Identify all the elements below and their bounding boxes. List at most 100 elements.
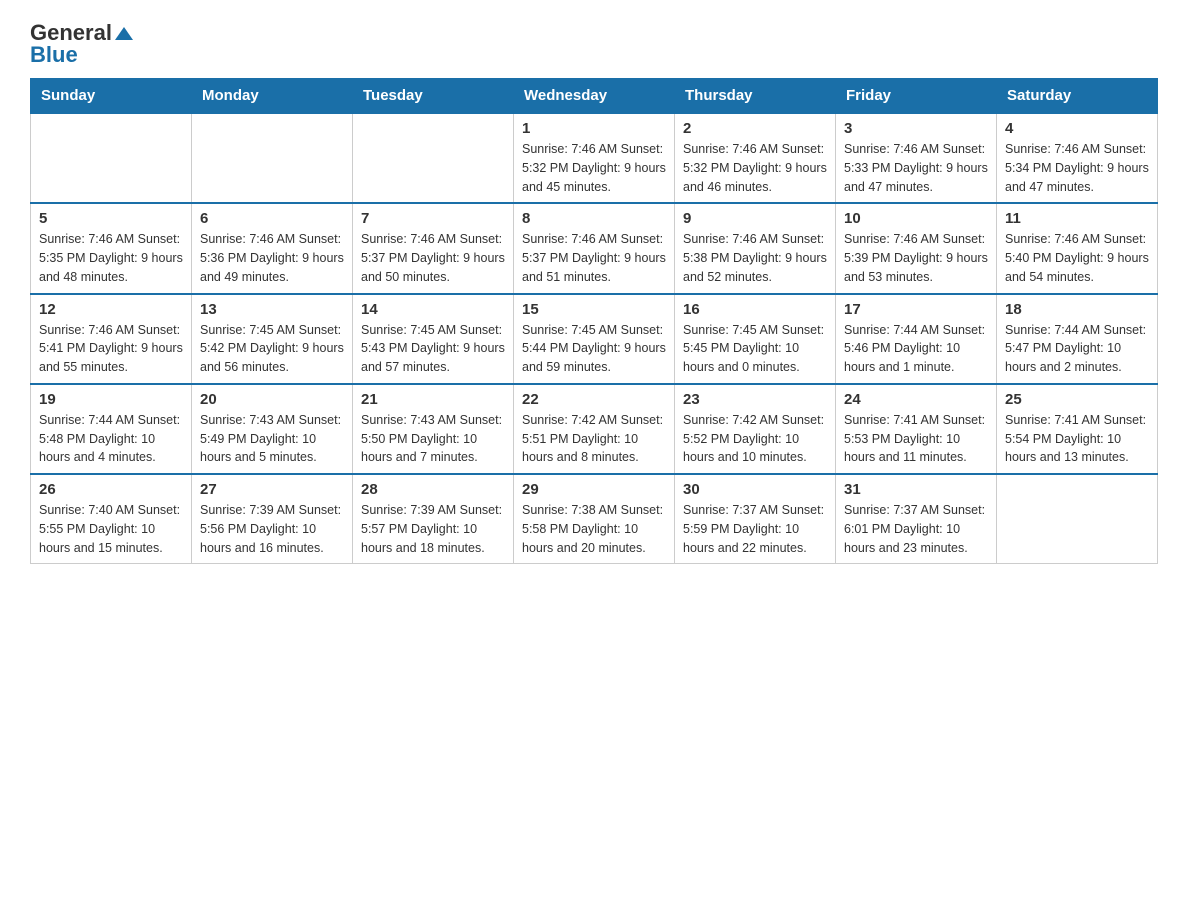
calendar-cell xyxy=(997,474,1158,564)
calendar-cell: 22Sunrise: 7:42 AM Sunset: 5:51 PM Dayli… xyxy=(514,384,675,474)
day-info: Sunrise: 7:46 AM Sunset: 5:41 PM Dayligh… xyxy=(39,321,183,377)
day-number: 7 xyxy=(361,210,505,227)
calendar-cell: 13 Sunrise: 7:45 AM Sunset: 5:42 PM Dayli… xyxy=(192,294,353,384)
calendar-cell: 1 Sunrise: 7:46 AM Sunset: 5:32 PM Daylig… xyxy=(514,113,675,203)
day-number: 3 xyxy=(844,120,988,137)
day-number: 22 xyxy=(522,391,666,408)
weekday-header-thursday: Thursday xyxy=(675,79,836,114)
day-info: Sunrise: 7:46 AM Sunset: 5:38 PM Dayligh… xyxy=(683,230,827,286)
calendar-cell: 19 Sunrise: 7:44 AM Sunset: 5:48 PM Dayli… xyxy=(31,384,192,474)
calendar-cell xyxy=(353,113,514,203)
calendar-cell xyxy=(31,113,192,203)
calendar-cell: 25 Sunrise: 7:41 AM Sunset: 5:54 PM Dayli… xyxy=(997,384,1158,474)
day-info: Sunrise: 7:41 AM Sunset: 5:54 PM Dayligh… xyxy=(1005,411,1149,467)
day-number: 28 xyxy=(361,481,505,498)
day-number: 8 xyxy=(522,210,666,227)
day-info: Sunrise: 7:41 AM Sunset: 5:53 PM Dayligh… xyxy=(844,411,988,467)
day-number: 29 xyxy=(522,481,666,498)
day-info: Sunrise: 7:46 AM Sunset: 5:34 PM Dayligh… xyxy=(1005,140,1149,196)
calendar-table: SundayMondayTuesdayWednesdayThursdayFrid… xyxy=(30,78,1158,564)
calendar-cell: 11 Sunrise: 7:46 AM Sunset: 5:40 PM Dayli… xyxy=(997,203,1158,293)
day-number: 1 xyxy=(522,120,666,137)
page-header: General Blue xyxy=(30,20,1158,68)
weekday-header-monday: Monday xyxy=(192,79,353,114)
day-info: Sunrise: 7:46 AM Sunset: 5:32 PM Dayligh… xyxy=(683,140,827,196)
calendar-cell: 15Sunrise: 7:45 AM Sunset: 5:44 PM Dayli… xyxy=(514,294,675,384)
day-number: 24 xyxy=(844,391,988,408)
calendar-cell: 30 Sunrise: 7:37 AM Sunset: 5:59 PM Dayli… xyxy=(675,474,836,564)
day-number: 5 xyxy=(39,210,183,227)
day-info: Sunrise: 7:43 AM Sunset: 5:50 PM Dayligh… xyxy=(361,411,505,467)
logo: General Blue xyxy=(30,20,133,68)
calendar-cell: 28Sunrise: 7:39 AM Sunset: 5:57 PM Dayli… xyxy=(353,474,514,564)
day-info: Sunrise: 7:38 AM Sunset: 5:58 PM Dayligh… xyxy=(522,501,666,557)
day-number: 9 xyxy=(683,210,827,227)
day-number: 11 xyxy=(1005,210,1149,227)
calendar-header: SundayMondayTuesdayWednesdayThursdayFrid… xyxy=(31,79,1158,114)
day-info: Sunrise: 7:44 AM Sunset: 5:46 PM Dayligh… xyxy=(844,321,988,377)
calendar-cell: 3 Sunrise: 7:46 AM Sunset: 5:33 PM Daylig… xyxy=(836,113,997,203)
day-number: 17 xyxy=(844,301,988,318)
day-info: Sunrise: 7:45 AM Sunset: 5:45 PM Dayligh… xyxy=(683,321,827,377)
day-info: Sunrise: 7:42 AM Sunset: 5:52 PM Dayligh… xyxy=(683,411,827,467)
day-number: 14 xyxy=(361,301,505,318)
calendar-cell: 31 Sunrise: 7:37 AM Sunset: 6:01 PM Dayli… xyxy=(836,474,997,564)
day-number: 4 xyxy=(1005,120,1149,137)
calendar-cell: 8 Sunrise: 7:46 AM Sunset: 5:37 PM Daylig… xyxy=(514,203,675,293)
weekday-header-sunday: Sunday xyxy=(31,79,192,114)
calendar-cell: 2 Sunrise: 7:46 AM Sunset: 5:32 PM Daylig… xyxy=(675,113,836,203)
day-number: 12 xyxy=(39,301,183,318)
weekday-header-tuesday: Tuesday xyxy=(353,79,514,114)
day-info: Sunrise: 7:45 AM Sunset: 5:42 PM Dayligh… xyxy=(200,321,344,377)
day-info: Sunrise: 7:45 AM Sunset: 5:44 PM Dayligh… xyxy=(522,321,666,377)
calendar-cell: 20Sunrise: 7:43 AM Sunset: 5:49 PM Dayli… xyxy=(192,384,353,474)
calendar-cell: 12 Sunrise: 7:46 AM Sunset: 5:41 PM Dayli… xyxy=(31,294,192,384)
day-number: 2 xyxy=(683,120,827,137)
day-number: 19 xyxy=(39,391,183,408)
day-number: 6 xyxy=(200,210,344,227)
day-number: 10 xyxy=(844,210,988,227)
calendar-week-5: 26Sunrise: 7:40 AM Sunset: 5:55 PM Dayli… xyxy=(31,474,1158,564)
day-number: 31 xyxy=(844,481,988,498)
calendar-week-2: 5 Sunrise: 7:46 AM Sunset: 5:35 PM Daylig… xyxy=(31,203,1158,293)
day-info: Sunrise: 7:45 AM Sunset: 5:43 PM Dayligh… xyxy=(361,321,505,377)
day-number: 13 xyxy=(200,301,344,318)
calendar-cell: 5 Sunrise: 7:46 AM Sunset: 5:35 PM Daylig… xyxy=(31,203,192,293)
calendar-cell: 24 Sunrise: 7:41 AM Sunset: 5:53 PM Dayli… xyxy=(836,384,997,474)
calendar-week-1: 1 Sunrise: 7:46 AM Sunset: 5:32 PM Daylig… xyxy=(31,113,1158,203)
calendar-week-3: 12 Sunrise: 7:46 AM Sunset: 5:41 PM Dayli… xyxy=(31,294,1158,384)
calendar-cell: 4 Sunrise: 7:46 AM Sunset: 5:34 PM Daylig… xyxy=(997,113,1158,203)
logo-blue-text: Blue xyxy=(30,42,78,68)
day-info: Sunrise: 7:46 AM Sunset: 5:37 PM Dayligh… xyxy=(361,230,505,286)
calendar-cell xyxy=(192,113,353,203)
day-info: Sunrise: 7:46 AM Sunset: 5:40 PM Dayligh… xyxy=(1005,230,1149,286)
day-number: 16 xyxy=(683,301,827,318)
calendar-cell: 9 Sunrise: 7:46 AM Sunset: 5:38 PM Daylig… xyxy=(675,203,836,293)
calendar-cell: 29 Sunrise: 7:38 AM Sunset: 5:58 PM Dayli… xyxy=(514,474,675,564)
calendar-cell: 23 Sunrise: 7:42 AM Sunset: 5:52 PM Dayli… xyxy=(675,384,836,474)
day-info: Sunrise: 7:46 AM Sunset: 5:35 PM Dayligh… xyxy=(39,230,183,286)
weekday-header-friday: Friday xyxy=(836,79,997,114)
day-info: Sunrise: 7:46 AM Sunset: 5:36 PM Dayligh… xyxy=(200,230,344,286)
day-number: 18 xyxy=(1005,301,1149,318)
day-info: Sunrise: 7:37 AM Sunset: 6:01 PM Dayligh… xyxy=(844,501,988,557)
day-info: Sunrise: 7:46 AM Sunset: 5:37 PM Dayligh… xyxy=(522,230,666,286)
day-info: Sunrise: 7:37 AM Sunset: 5:59 PM Dayligh… xyxy=(683,501,827,557)
calendar-body: 1 Sunrise: 7:46 AM Sunset: 5:32 PM Daylig… xyxy=(31,113,1158,564)
header-row: SundayMondayTuesdayWednesdayThursdayFrid… xyxy=(31,79,1158,114)
day-info: Sunrise: 7:46 AM Sunset: 5:32 PM Dayligh… xyxy=(522,140,666,196)
day-number: 30 xyxy=(683,481,827,498)
calendar-cell: 26Sunrise: 7:40 AM Sunset: 5:55 PM Dayli… xyxy=(31,474,192,564)
calendar-cell: 27Sunrise: 7:39 AM Sunset: 5:56 PM Dayli… xyxy=(192,474,353,564)
day-info: Sunrise: 7:46 AM Sunset: 5:33 PM Dayligh… xyxy=(844,140,988,196)
calendar-cell: 18Sunrise: 7:44 AM Sunset: 5:47 PM Dayli… xyxy=(997,294,1158,384)
calendar-cell: 14 Sunrise: 7:45 AM Sunset: 5:43 PM Dayli… xyxy=(353,294,514,384)
day-number: 25 xyxy=(1005,391,1149,408)
day-number: 27 xyxy=(200,481,344,498)
weekday-header-saturday: Saturday xyxy=(997,79,1158,114)
day-info: Sunrise: 7:44 AM Sunset: 5:48 PM Dayligh… xyxy=(39,411,183,467)
weekday-header-wednesday: Wednesday xyxy=(514,79,675,114)
calendar-cell: 21 Sunrise: 7:43 AM Sunset: 5:50 PM Dayli… xyxy=(353,384,514,474)
day-number: 23 xyxy=(683,391,827,408)
day-number: 21 xyxy=(361,391,505,408)
